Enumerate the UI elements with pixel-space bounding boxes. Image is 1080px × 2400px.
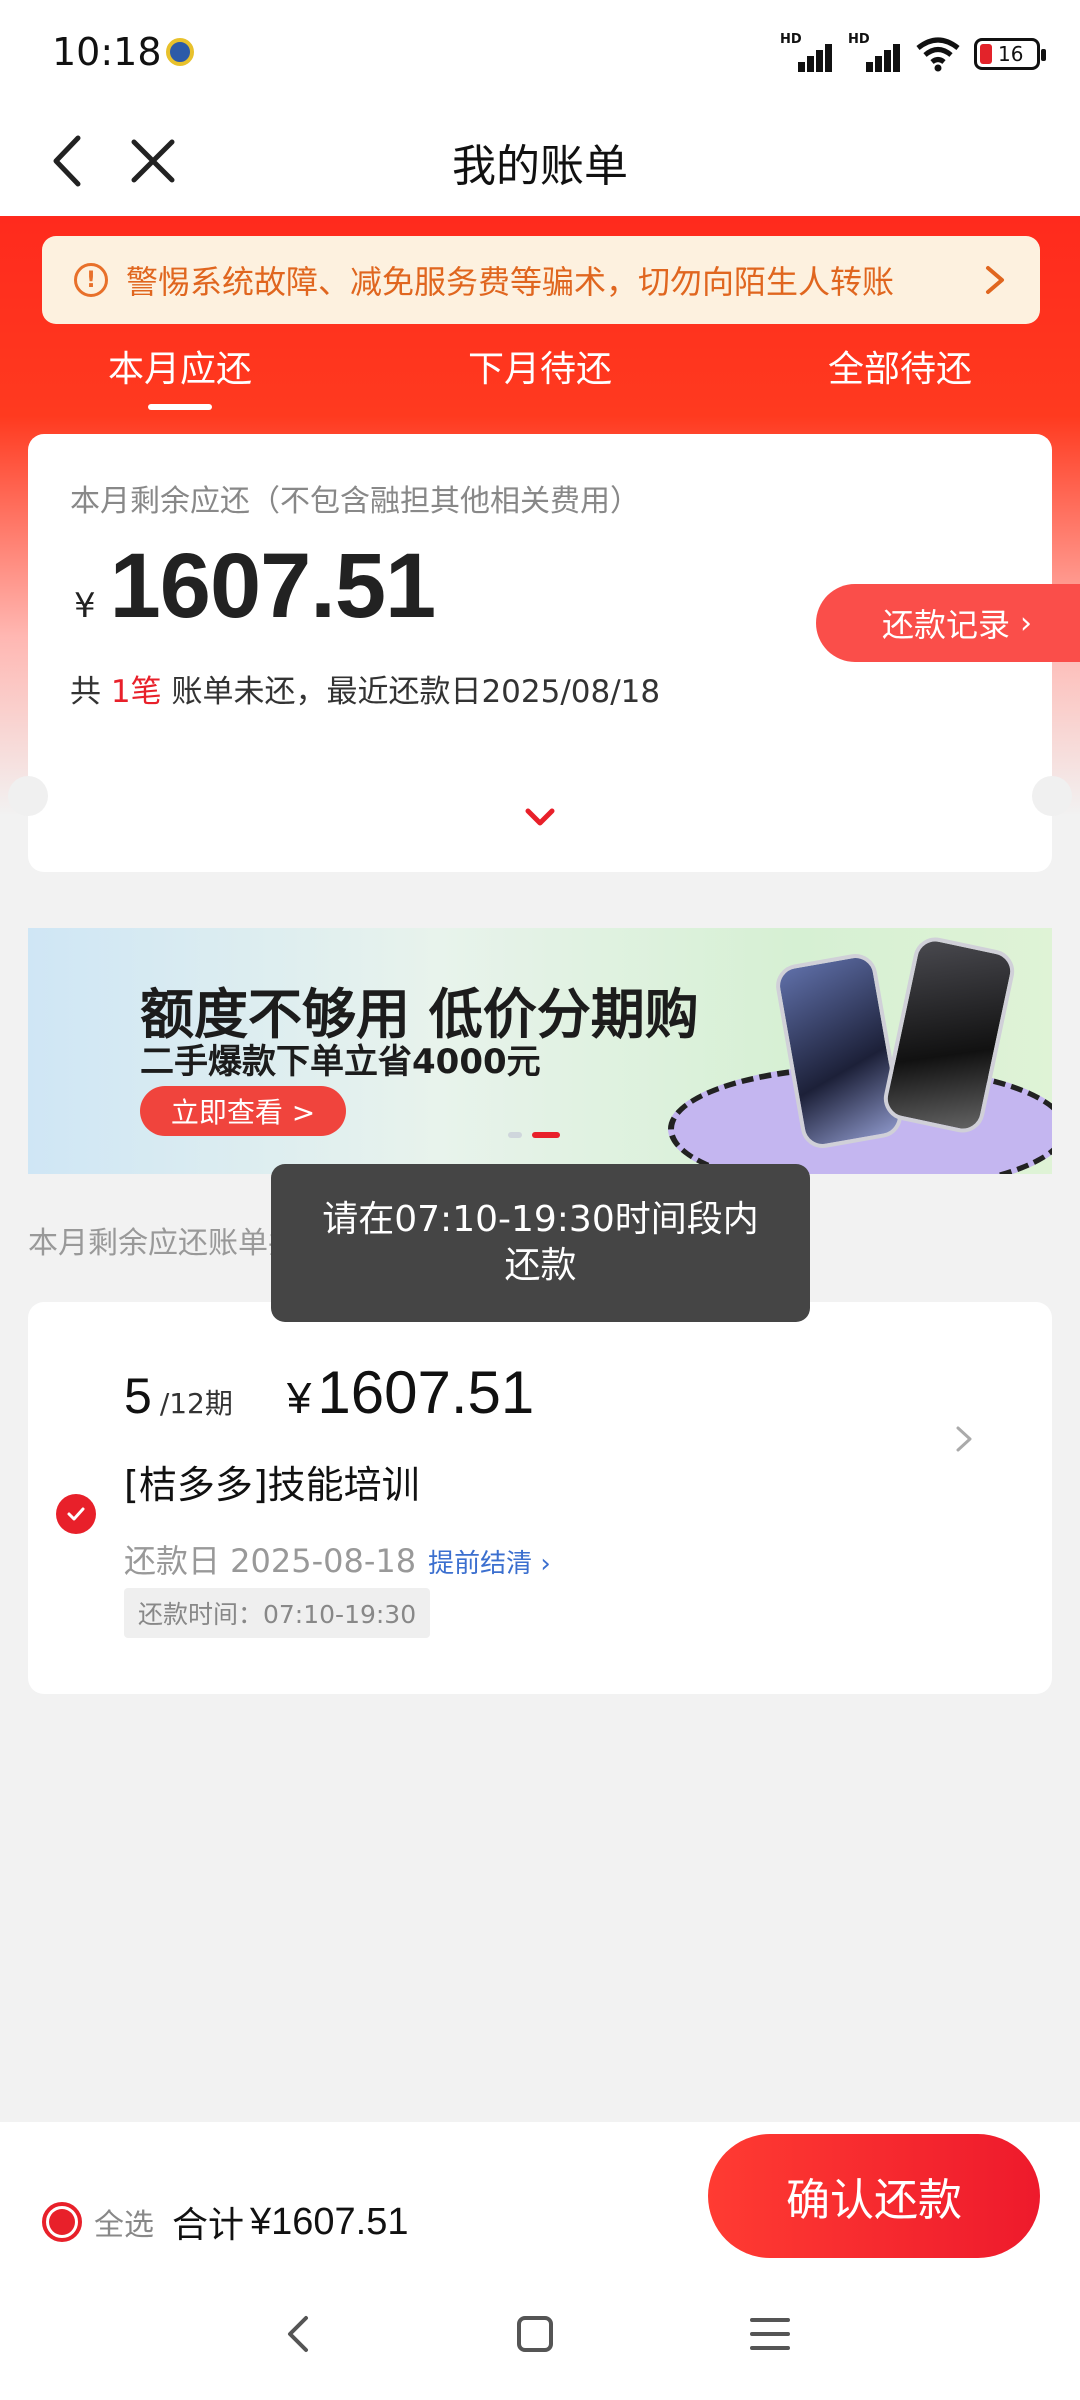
carousel-dot-active (532, 1132, 560, 1138)
status-time: 10:18 (52, 30, 162, 74)
select-all-row[interactable]: 全选 合计 ¥1607.51 (42, 2196, 409, 2248)
due-date: 还款日 2025-08-18 (124, 1542, 417, 1580)
bill-summary-line: 共 1笔 账单未还，最近还款日2025/08/18 (70, 666, 660, 711)
period-row: 5 /12期 ¥1607.51 (124, 1358, 534, 1427)
total-amount: ¥1607.51 (250, 2200, 409, 2243)
currency-symbol: ¥ (74, 586, 96, 626)
repayment-time-tag: 还款时间：07:10-19:30 (124, 1588, 431, 1638)
warning-icon: ! (74, 263, 108, 297)
item-amount: 1607.51 (317, 1359, 535, 1426)
item-name: [桔多多]技能培训 (124, 1463, 420, 1507)
battery-icon: 16 (974, 38, 1046, 70)
wifi-icon (916, 37, 960, 72)
system-navigation-bar (0, 2290, 1080, 2380)
tab-bar: 本月应还 下月待还 全部待还 (0, 326, 1080, 406)
promo-banner[interactable]: 额度不够用 低价分期购 二手爆款下单立省4000元 立即查看 > (28, 928, 1052, 1174)
tab-next-month[interactable]: 下月待还 (360, 326, 720, 406)
signal-icon: HD (780, 32, 834, 72)
summary-amount-row: ¥ 1607.51 (74, 534, 437, 639)
summary-amount: 1607.51 (109, 535, 437, 637)
summary-card: 本月剩余应还（不包含融担其他相关费用） ¥ 1607.51 共 1笔 账单未还，… (28, 434, 1080, 872)
banner-view-button[interactable]: 立即查看 > (140, 1086, 346, 1136)
checkbox-checked-icon[interactable] (56, 1494, 96, 1534)
banner-subtitle: 二手爆款下单立省4000元 (140, 1042, 541, 1082)
status-indicators: HD HD 16 (780, 32, 1046, 74)
carousel-dot (508, 1132, 522, 1138)
card-notch-left (8, 776, 48, 816)
bill-prefix: 共 (70, 674, 101, 710)
chevron-right-icon[interactable] (952, 1422, 976, 1456)
select-all-label: 全选 (94, 2208, 154, 2243)
repayment-record-button[interactable]: 还款记录 › (816, 584, 1080, 662)
item-amount-wrap: ¥1607.51 (287, 1358, 534, 1427)
nav-home-icon[interactable] (505, 2304, 565, 2364)
period-number: 5 (124, 1368, 152, 1424)
fraud-warning-bar[interactable]: ! 警惕系统故障、减免服务费等骗术，切勿向陌生人转账 (42, 236, 1040, 324)
chevron-right-icon (986, 266, 1004, 294)
app-notification-icon (166, 38, 194, 66)
summary-label: 本月剩余应还（不包含融担其他相关费用） (70, 484, 640, 519)
chevron-right-icon: › (1020, 605, 1033, 641)
bill-suffix: 账单未还，最近还款日2025/08/18 (171, 674, 661, 710)
toast-message: 请在07:10-19:30时间段内还款 (271, 1164, 810, 1322)
page-title: 我的账单 (452, 141, 628, 192)
repayment-record-label: 还款记录 (882, 606, 1011, 644)
warning-text: 警惕系统故障、减免服务费等骗术，切勿向陌生人转账 (126, 263, 895, 301)
status-bar: 10:18 HD HD 16 (0, 0, 1080, 106)
period-total: /12期 (159, 1387, 233, 1420)
battery-level: 16 (998, 42, 1024, 66)
select-all-radio-icon[interactable] (42, 2202, 82, 2242)
early-payoff-link[interactable]: 提前结清 › (428, 1543, 551, 1580)
bill-item-card[interactable]: 5 /12期 ¥1607.51 [桔多多]技能培训 还款日 2025-08-18… (28, 1302, 1052, 1694)
confirm-repayment-button[interactable]: 确认还款 (708, 2134, 1040, 2258)
tab-all-pending[interactable]: 全部待还 (720, 326, 1080, 406)
carousel-indicator (508, 1132, 560, 1138)
nav-bar: 我的账单 (0, 106, 1080, 216)
card-notch-right (1032, 776, 1072, 816)
nav-back-icon[interactable] (270, 2304, 330, 2364)
signal-icon-2: HD (848, 32, 902, 72)
chevron-down-icon[interactable] (522, 804, 558, 830)
due-row: 还款日 2025-08-18 提前结清 › (124, 1536, 551, 1582)
bill-count: 1笔 (110, 674, 162, 710)
nav-menu-icon[interactable] (740, 2304, 800, 2364)
currency-symbol: ¥ (286, 1374, 312, 1423)
tab-this-month[interactable]: 本月应还 (0, 326, 360, 406)
total-label: 合计 (172, 2205, 245, 2246)
